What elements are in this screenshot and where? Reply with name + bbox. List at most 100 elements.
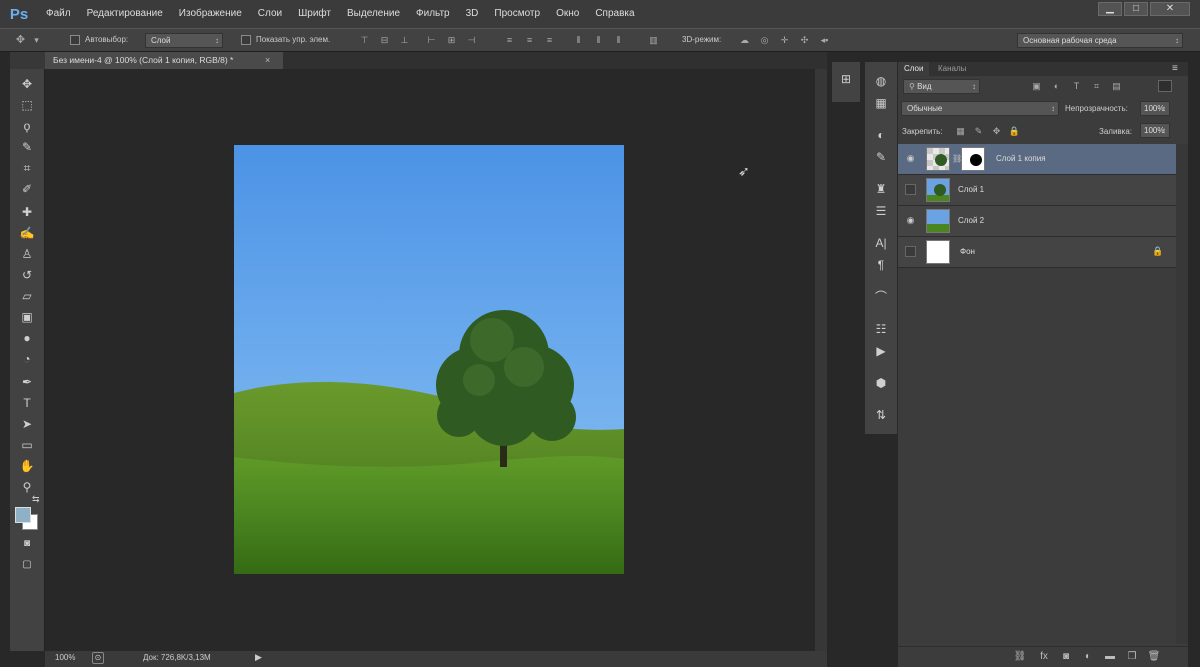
- workspace-dropdown[interactable]: Основная рабочая среда: [1017, 33, 1183, 48]
- auto-align-icon[interactable]: ▥: [647, 34, 660, 46]
- actions-panel-icon[interactable]: ▶: [871, 342, 891, 360]
- character-panel-icon[interactable]: A|: [871, 234, 891, 252]
- lock-position-icon[interactable]: ✥: [990, 125, 1003, 137]
- quick-mask-icon[interactable]: ◙: [16, 535, 38, 553]
- menu-image[interactable]: Изображение: [171, 0, 250, 28]
- align-vcenter-icon[interactable]: ⊟: [378, 34, 391, 46]
- filter-shape-icon[interactable]: ⌗: [1090, 80, 1103, 92]
- clone-stamp-tool-icon[interactable]: ♙: [16, 245, 38, 263]
- history-brush-tool-icon[interactable]: ↺: [16, 266, 38, 284]
- lock-all-icon[interactable]: 🔒: [1008, 125, 1021, 137]
- path-select-tool-icon[interactable]: ➤: [16, 415, 38, 433]
- properties-panel-icon[interactable]: ☷: [871, 320, 891, 338]
- menu-window[interactable]: Окно: [548, 0, 587, 28]
- tab-layers[interactable]: Слои: [898, 62, 930, 76]
- close-window-button[interactable]: ✕: [1150, 2, 1190, 16]
- align-top-icon[interactable]: ⊤: [358, 34, 371, 46]
- autoselect-dropdown[interactable]: Слой: [145, 33, 223, 48]
- 3d-orbit-icon[interactable]: ☁: [738, 34, 751, 46]
- filter-smart-object-icon[interactable]: ▤: [1110, 80, 1123, 92]
- visibility-toggle[interactable]: [905, 184, 916, 195]
- distribute-right-icon[interactable]: ⦀: [612, 34, 625, 46]
- lock-transparent-icon[interactable]: ▦: [954, 125, 967, 137]
- brush-presets-icon[interactable]: ♜: [871, 180, 891, 198]
- lasso-tool-icon[interactable]: ϙ: [16, 117, 38, 135]
- move-tool-icon[interactable]: ✥: [14, 34, 27, 46]
- pen-tool-icon[interactable]: ✒: [16, 373, 38, 391]
- eye-icon[interactable]: ◉: [905, 215, 916, 226]
- show-transform-checkbox[interactable]: [241, 35, 251, 45]
- vertical-scrollbar[interactable]: [815, 69, 827, 651]
- status-menu-arrow-icon[interactable]: ▶: [255, 652, 262, 663]
- delete-layer-icon[interactable]: 🗑: [1146, 650, 1162, 664]
- distribute-vcenter-icon[interactable]: ≡: [523, 34, 536, 46]
- blend-mode-dropdown[interactable]: Обычные: [901, 101, 1059, 116]
- brush-panel-icon[interactable]: ☰: [871, 202, 891, 220]
- menu-type[interactable]: Шрифт: [290, 0, 339, 28]
- visibility-toggle[interactable]: [905, 246, 916, 257]
- menu-layers[interactable]: Слои: [250, 0, 290, 28]
- blur-tool-icon[interactable]: ●: [16, 329, 38, 347]
- autoselect-checkbox[interactable]: [70, 35, 80, 45]
- menu-help[interactable]: Справка: [587, 0, 642, 28]
- brush-tool-icon[interactable]: ✍: [16, 224, 38, 242]
- filter-adjustment-icon[interactable]: ◐: [1050, 80, 1063, 92]
- opacity-field[interactable]: 100%: [1140, 101, 1170, 116]
- align-right-icon[interactable]: ⊣: [465, 34, 478, 46]
- add-mask-icon[interactable]: ◙: [1058, 650, 1074, 664]
- 3d-scale-icon[interactable]: ◂▪: [818, 34, 831, 46]
- adjustment-layer-icon[interactable]: ◐: [1080, 650, 1096, 664]
- 3d-roll-icon[interactable]: ◎: [758, 34, 771, 46]
- layers-scrollbar[interactable]: [1176, 144, 1188, 644]
- tab-channels[interactable]: Каналы: [932, 62, 972, 76]
- layer-row[interactable]: Фон 🔒: [898, 237, 1176, 268]
- layer-name[interactable]: Фон: [960, 247, 975, 256]
- color-panel-icon[interactable]: ◍: [871, 72, 891, 90]
- eye-icon[interactable]: ◉: [905, 153, 916, 164]
- gradient-tool-icon[interactable]: ▣: [16, 308, 38, 326]
- timeline-panel-icon[interactable]: ⇅: [871, 406, 891, 424]
- zoom-level[interactable]: 100%: [55, 653, 75, 662]
- maximize-button[interactable]: □: [1124, 2, 1148, 16]
- share-icon[interactable]: ⊙: [92, 652, 104, 664]
- healing-brush-tool-icon[interactable]: ✚: [16, 203, 38, 221]
- distribute-bottom-icon[interactable]: ≡: [543, 34, 556, 46]
- adjustments-panel-icon[interactable]: ◐: [871, 126, 891, 144]
- swap-colors-icon[interactable]: ⇆: [32, 494, 40, 505]
- menu-edit[interactable]: Редактирование: [79, 0, 171, 28]
- styles-panel-icon[interactable]: ✎: [871, 148, 891, 166]
- layer-row[interactable]: Слой 1: [898, 175, 1176, 206]
- hand-tool-icon[interactable]: ✋: [16, 457, 38, 475]
- align-left-icon[interactable]: ⊢: [425, 34, 438, 46]
- menu-file[interactable]: Файл: [38, 0, 79, 28]
- screen-mode-icon[interactable]: ▢: [16, 556, 38, 574]
- document-canvas[interactable]: [234, 145, 624, 574]
- 3d-slide-icon[interactable]: ✣: [798, 34, 811, 46]
- menu-filter[interactable]: Фильтр: [408, 0, 458, 28]
- 3d-panel-icon[interactable]: ⬢: [871, 374, 891, 392]
- move-tool-icon[interactable]: ✥: [16, 75, 38, 93]
- panel-menu-icon[interactable]: ≡: [1172, 63, 1178, 74]
- menu-select[interactable]: Выделение: [339, 0, 408, 28]
- menu-3d[interactable]: 3D: [458, 0, 487, 28]
- foreground-color-swatch[interactable]: [15, 507, 31, 523]
- chevron-down-icon[interactable]: ▾: [30, 34, 43, 46]
- filter-pixel-icon[interactable]: ▣: [1030, 80, 1043, 92]
- crop-tool-icon[interactable]: ⌗: [16, 159, 38, 177]
- link-layers-icon[interactable]: ⛓: [1012, 650, 1028, 664]
- distribute-hcenter-icon[interactable]: ⦀: [592, 34, 605, 46]
- dodge-tool-icon[interactable]: ◔: [16, 350, 38, 368]
- quick-select-tool-icon[interactable]: ✎: [16, 138, 38, 156]
- 3d-pan-icon[interactable]: ✛: [778, 34, 791, 46]
- new-layer-icon[interactable]: ❐: [1124, 650, 1140, 664]
- layer-name[interactable]: Слой 2: [958, 216, 984, 225]
- type-tool-icon[interactable]: T: [16, 394, 38, 412]
- distribute-left-icon[interactable]: ⦀: [572, 34, 585, 46]
- eyedropper-tool-icon[interactable]: ✐: [16, 180, 38, 198]
- layer-name[interactable]: Слой 1 копия: [996, 154, 1046, 163]
- history-panel-icon[interactable]: ⊞: [836, 70, 856, 88]
- layer-name[interactable]: Слой 1: [958, 185, 984, 194]
- menu-view[interactable]: Просмотр: [486, 0, 548, 28]
- filter-toggle[interactable]: [1158, 80, 1172, 92]
- filter-type-icon[interactable]: T: [1070, 80, 1083, 92]
